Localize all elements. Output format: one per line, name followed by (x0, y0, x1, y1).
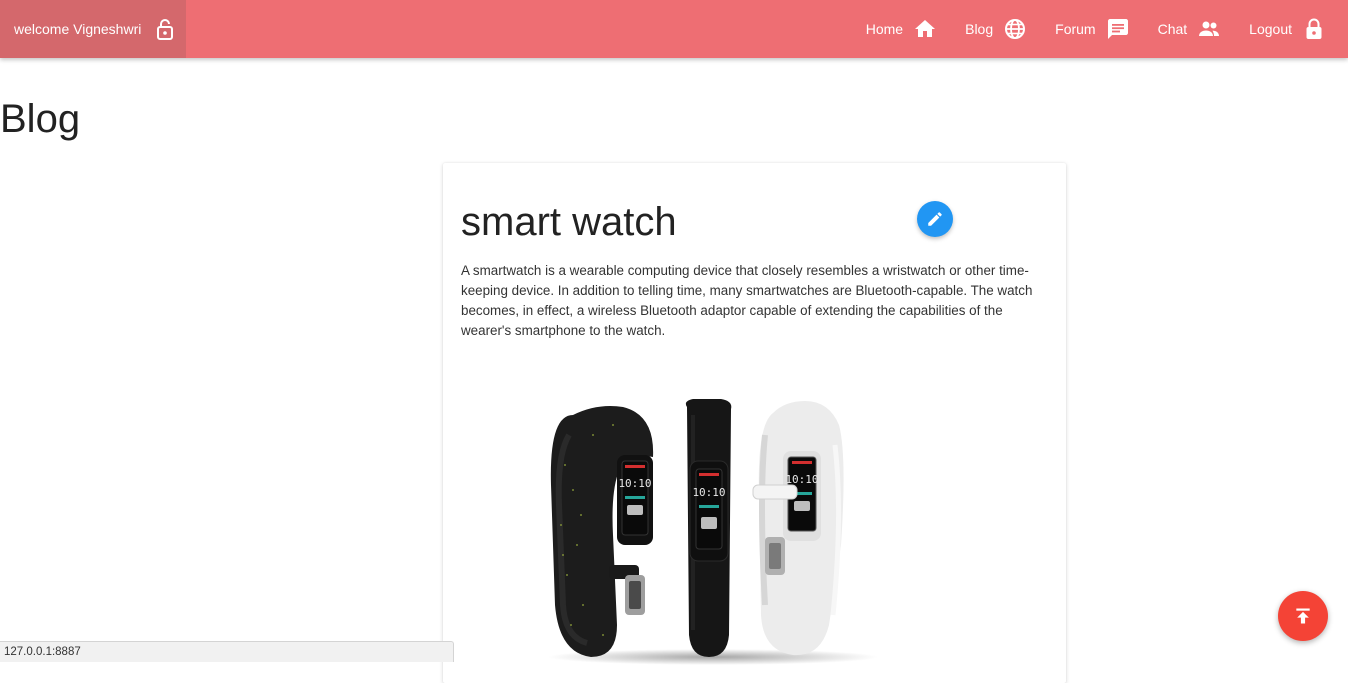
lock-icon (1302, 17, 1326, 41)
watch-time-3: 10:10 (785, 473, 818, 486)
globe-icon (1003, 17, 1027, 41)
pencil-icon (926, 210, 944, 228)
home-icon (913, 17, 937, 41)
nav-menu: Home Blog Forum Chat Logout (852, 0, 1340, 58)
nav-item-label: Logout (1249, 21, 1292, 37)
nav-item-home[interactable]: Home (852, 0, 951, 58)
blog-post-card: smart watch A smartwatch is a wearable c… (443, 163, 1066, 683)
top-navbar: welcome Vigneshwri Home Blog Forum Chat … (0, 0, 1348, 58)
message-icon (1106, 17, 1130, 41)
welcome-brand[interactable]: welcome Vigneshwri (0, 0, 186, 58)
watch-time-1: 10:10 (618, 477, 651, 490)
edit-post-button[interactable] (917, 201, 953, 237)
page-title: Blog (0, 97, 81, 141)
lock-open-icon (155, 18, 175, 40)
nav-item-blog[interactable]: Blog (951, 0, 1041, 58)
nav-item-label: Forum (1055, 21, 1096, 37)
nav-item-label: Chat (1157, 21, 1188, 37)
welcome-text: welcome Vigneshwri (14, 21, 142, 37)
people-icon (1197, 17, 1221, 41)
nav-item-forum[interactable]: Forum (1041, 0, 1143, 58)
post-body: A smartwatch is a wearable computing dev… (461, 263, 1033, 338)
scroll-to-top-icon (1293, 606, 1313, 626)
browser-status-bar: 127.0.0.1:8887 (0, 641, 454, 662)
scroll-to-top-button[interactable] (1278, 591, 1328, 641)
watch-time-2: 10:10 (692, 486, 725, 499)
nav-item-label: Home (865, 21, 904, 37)
post-image: 10:10 10:10 10:10 (543, 395, 883, 665)
post-title: smart watch (461, 200, 677, 244)
nav-item-chat[interactable]: Chat (1144, 0, 1236, 58)
nav-item-logout[interactable]: Logout (1235, 0, 1340, 58)
nav-item-label: Blog (965, 21, 994, 37)
